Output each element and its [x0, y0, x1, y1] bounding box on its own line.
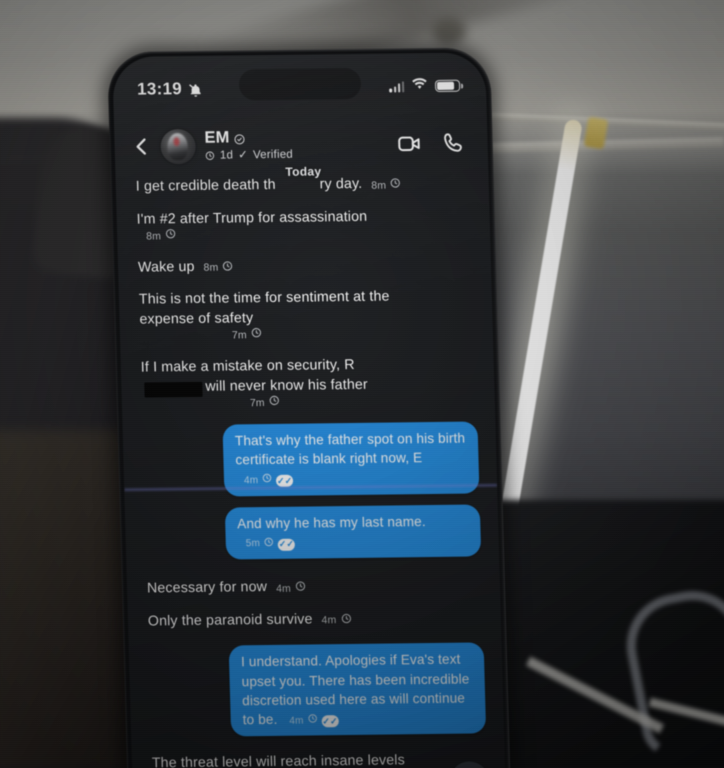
smartphone-device: 13:19 EM 1d ✓ Verified Today I get credi… [107, 47, 512, 768]
message-text-tail: ry day. [319, 175, 363, 193]
date-divider: Today [285, 164, 322, 179]
status-bar-left: 13:19 [137, 79, 204, 100]
message-meta: 4m [276, 581, 306, 597]
message-text-before-redaction: If I make a mistake on security, R [140, 356, 355, 376]
message-row[interactable]: If I make a mistake on security, R will … [139, 353, 478, 414]
message-text-after-redaction: will never know his father [205, 376, 369, 395]
message-text: Only the paranoid survive [147, 611, 313, 630]
clock-icon [222, 260, 233, 276]
message-meta: 8m [371, 178, 401, 194]
message-meta: 8m [203, 260, 233, 276]
clock-icon [264, 537, 274, 552]
status-bar: 13:19 [113, 72, 487, 103]
clock-icon [269, 395, 280, 411]
message-time: 4m [243, 474, 259, 487]
message-meta: 4m ✓✓ [244, 473, 294, 489]
clock-icon [390, 178, 401, 194]
message-text: I understand. Apologies if Eva's text up… [240, 651, 470, 728]
double-check-read-icon: ✓✓ [321, 715, 339, 728]
verified-badge-icon [233, 132, 245, 145]
clock-icon [262, 473, 272, 488]
outgoing-message[interactable]: That's why the father spot on his birth … [222, 421, 480, 497]
chevron-left-icon[interactable] [128, 133, 155, 159]
ceiling-mark [432, 18, 466, 44]
message-meta: 7m [232, 328, 262, 344]
clock-icon [295, 581, 306, 597]
message-row[interactable]: That's why the father spot on his birth … [140, 421, 480, 497]
message-row[interactable]: I'm #2 after Trump for assassination 8m [134, 205, 472, 246]
message-list[interactable]: I get credible death th ry day. 8m I'm #… [115, 170, 506, 768]
clock-icon [307, 714, 317, 729]
message-time: 4m [275, 582, 292, 595]
phone-screen: 13:19 EM 1d ✓ Verified Today I get credi… [112, 52, 507, 768]
redaction-box [144, 381, 203, 398]
verified-check-mark: ✓ [237, 148, 249, 162]
message-time: 4m [321, 614, 337, 627]
message-text: And why he has my last name. [237, 513, 426, 531]
photo-scene: 13:19 EM 1d ✓ Verified Today I get credi… [0, 0, 724, 768]
bell-slash-icon [188, 82, 203, 97]
message-time: 5m [245, 538, 261, 550]
message-row[interactable]: And why he has my last name. 5m ✓✓ [143, 503, 482, 561]
message-text: That's why the father spot on his birth … [234, 430, 466, 468]
contact-name: EM [204, 128, 230, 147]
outgoing-message[interactable]: And why he has my last name. 5m ✓✓ [224, 503, 482, 560]
phone-icon[interactable] [441, 131, 466, 155]
message-text: I get credible death th [135, 176, 276, 195]
clock-icon [251, 328, 262, 344]
avatar[interactable] [160, 128, 197, 164]
incoming-message[interactable]: Necessary for now 4m [145, 577, 309, 601]
video-camera-icon[interactable] [396, 131, 422, 156]
outgoing-message[interactable]: I understand. Apologies if Eva's text up… [228, 642, 487, 737]
message-meta: 8m [146, 228, 176, 244]
wifi-icon [411, 77, 429, 95]
message-meta: 5m ✓✓ [246, 537, 296, 553]
contact-last-seen: 1d [219, 149, 234, 162]
status-time: 13:19 [136, 79, 183, 99]
verified-label: Verified [252, 148, 294, 161]
battery-icon [434, 79, 461, 93]
message-text: This is not the time for sentiment at th… [138, 288, 390, 328]
incoming-message[interactable]: This is not the time for sentiment at th… [137, 287, 397, 347]
incoming-message[interactable]: I'm #2 after Trump for assassination 8m [134, 206, 405, 246]
header-actions [396, 130, 466, 156]
message-meta: 4m [321, 613, 351, 629]
message-time: 7m [231, 329, 248, 342]
contact-status-row: 1d ✓ Verified [205, 147, 397, 162]
message-text: Necessary for now [146, 579, 268, 597]
message-text: I'm #2 after Trump for assassination [136, 208, 368, 228]
message-time: 8m [145, 230, 162, 243]
status-bar-right [388, 77, 461, 96]
chat-title-block[interactable]: EM 1d ✓ Verified [204, 127, 397, 162]
message-text: The threat level will reach insane level… [151, 752, 406, 768]
message-time: 7m [249, 396, 265, 409]
cellular-bars-icon [388, 80, 405, 93]
clock-icon [340, 613, 351, 629]
clock-icon [205, 151, 215, 161]
message-text: Wake up [137, 258, 195, 276]
message-row[interactable]: I understand. Apologies if Eva's text up… [147, 642, 487, 738]
double-check-read-icon: ✓✓ [277, 538, 296, 551]
incoming-message[interactable]: Wake up 8m [136, 256, 236, 279]
message-row[interactable]: This is not the time for sentiment at th… [137, 286, 476, 347]
incoming-message[interactable]: I get credible death th ry day. 8m [133, 173, 403, 198]
incoming-message[interactable]: If I make a mistake on security, R will … [139, 354, 413, 414]
incoming-message[interactable]: Only the paranoid survive 4m [146, 609, 354, 633]
incoming-message[interactable]: The threat level will reach insane level… [150, 751, 422, 768]
message-row[interactable]: The threat level will reach insane level… [150, 750, 489, 768]
message-row[interactable]: Necessary for now 4m [145, 574, 483, 600]
message-time: 8m [371, 179, 387, 192]
double-check-read-icon: ✓✓ [276, 474, 294, 487]
contact-name-row: EM [204, 127, 397, 147]
message-row[interactable]: Wake up 8m [136, 253, 474, 279]
message-time: 4m [289, 715, 304, 727]
message-meta: 7m [250, 395, 280, 411]
message-row[interactable]: Only the paranoid survive 4m [146, 607, 484, 633]
message-meta: 4m ✓✓ [289, 713, 339, 729]
clock-icon [165, 228, 176, 244]
message-time: 8m [203, 261, 219, 275]
